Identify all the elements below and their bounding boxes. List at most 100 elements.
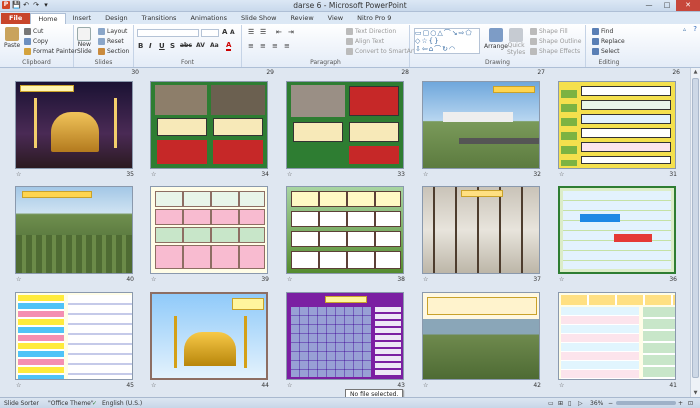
bullets-icon[interactable]: ☰ (248, 28, 254, 36)
character-spacing-button[interactable]: AV (196, 42, 205, 49)
select-button[interactable]: Select (592, 48, 620, 55)
close-button[interactable]: ✕ (676, 0, 700, 11)
cut-button[interactable]: Cut (24, 28, 43, 35)
slide-thumbnail[interactable] (286, 81, 404, 169)
reading-view-icon[interactable]: ▯ (568, 400, 571, 407)
tab-insert[interactable]: Insert (66, 13, 99, 24)
tab-animations[interactable]: Animations (183, 13, 234, 24)
shrink-font-icon[interactable]: A (230, 29, 235, 36)
text-direction-icon (346, 28, 353, 35)
slide-thumbnail[interactable] (422, 292, 540, 380)
find-button[interactable]: Find (592, 28, 613, 35)
slide-thumbnail[interactable] (150, 186, 268, 274)
tab-transitions[interactable]: Transitions (135, 13, 184, 24)
zoom-out-icon[interactable]: − (608, 400, 613, 407)
zoom-level[interactable]: 36% (590, 400, 603, 407)
new-slide-button[interactable]: New Slide (77, 27, 92, 55)
font-group: A A B I U S abc AV Aa A Font (134, 25, 242, 67)
slide-sorter-view-icon[interactable]: ⊞ (558, 400, 563, 407)
slide-thumbnail[interactable] (150, 81, 268, 169)
increase-indent-icon[interactable]: ⇥ (288, 28, 294, 36)
decrease-indent-icon[interactable]: ⇤ (276, 28, 282, 36)
tab-design[interactable]: Design (98, 13, 134, 24)
shape-outline-button[interactable]: Shape Outline (530, 38, 581, 45)
tab-review[interactable]: Review (283, 13, 320, 24)
section-button[interactable]: Section (98, 48, 129, 55)
italic-button[interactable]: I (149, 42, 152, 50)
slide-thumbnail[interactable] (558, 186, 676, 274)
fit-to-window-icon[interactable]: ⊡ (688, 400, 693, 407)
tab-view[interactable]: View (321, 13, 350, 24)
scroll-down-icon[interactable]: ▼ (691, 390, 700, 396)
minimize-ribbon-icon[interactable]: ▵ (683, 26, 686, 33)
slide-thumbnail[interactable] (422, 81, 540, 169)
bold-button[interactable]: B (138, 42, 143, 50)
zoom-in-icon[interactable]: + (678, 400, 683, 407)
slide-number: 42 (533, 382, 541, 389)
slide-thumbnail[interactable] (15, 292, 133, 380)
slideshow-view-icon[interactable]: ▷ (578, 400, 583, 407)
help-icon[interactable]: ? (693, 25, 697, 33)
quick-styles-button[interactable]: Quick Styles (507, 28, 525, 56)
tab-nitro-pro[interactable]: Nitro Pro 9 (350, 13, 398, 24)
language-indicator[interactable]: English (U.S.) (102, 400, 142, 407)
minimize-button[interactable]: — (640, 0, 658, 11)
strikethrough-button[interactable]: abc (180, 42, 192, 49)
text-direction-button[interactable]: Text Direction (346, 28, 396, 35)
paragraph-group-label: Paragraph (310, 59, 341, 66)
reset-button[interactable]: Reset (98, 38, 124, 45)
slide-thumbnail[interactable] (286, 292, 404, 380)
tab-file[interactable]: File (1, 13, 31, 24)
arrange-button[interactable]: Arrange (484, 28, 508, 50)
slide-thumbnail[interactable] (286, 186, 404, 274)
shape-effects-button[interactable]: Shape Effects (530, 48, 580, 55)
slide-number: 40 (126, 276, 134, 283)
prev-row-num: 30 (131, 69, 139, 76)
slide-thumbnail[interactable] (150, 292, 268, 380)
grow-font-icon[interactable]: A (222, 28, 227, 36)
format-painter-button[interactable]: Format Painter (24, 48, 77, 55)
align-right-icon[interactable]: ≡ (272, 42, 278, 50)
slide-sorter: 30 29 28 27 26 ☆ 35 ☆ 34 ☆ 33 ☆ 32 ☆ 31 … (0, 68, 690, 397)
prev-row-num: 27 (537, 69, 545, 76)
scroll-up-icon[interactable]: ▲ (691, 69, 700, 75)
scroll-thumb[interactable] (692, 78, 699, 378)
transition-icon: ☆ (287, 382, 293, 389)
justify-icon[interactable]: ≡ (284, 42, 290, 50)
zoom-slider[interactable] (616, 401, 676, 405)
align-left-icon[interactable]: ≡ (248, 42, 254, 50)
replace-button[interactable]: Replace (592, 38, 625, 45)
slide-thumbnail[interactable] (422, 186, 540, 274)
slide-thumbnail[interactable] (15, 186, 133, 274)
maximize-button[interactable]: □ (658, 0, 676, 11)
proofing-icon[interactable]: ✓ (92, 400, 97, 407)
change-case-button[interactable]: Aa (210, 42, 219, 49)
ribbon: Paste Cut Copy Format Painter Clipboard … (0, 24, 700, 68)
tab-slide-show[interactable]: Slide Show (234, 13, 283, 24)
scissors-icon (24, 28, 31, 35)
paste-button[interactable]: Paste (4, 27, 20, 49)
slide-thumbnail[interactable] (558, 81, 676, 169)
transition-icon: ☆ (16, 171, 22, 178)
layout-button[interactable]: Layout (98, 28, 127, 35)
font-size-combo[interactable] (201, 29, 219, 37)
ribbon-tabs: File Home Insert Design Transitions Anim… (0, 12, 700, 24)
vertical-scrollbar[interactable]: ▲ ▼ (690, 68, 700, 397)
align-center-icon[interactable]: ≡ (260, 42, 266, 50)
slide-thumbnail[interactable] (558, 292, 676, 380)
shape-fill-button[interactable]: Shape Fill (530, 28, 568, 35)
font-name-combo[interactable] (137, 29, 199, 37)
underline-button[interactable]: U (159, 42, 165, 50)
numbering-icon[interactable]: ☰ (260, 28, 266, 36)
font-color-button[interactable]: A (226, 42, 232, 51)
align-text-button[interactable]: Align Text (346, 38, 384, 45)
slide-thumbnail[interactable] (15, 81, 133, 169)
shapes-gallery[interactable]: ▭▢○△⌒↘⇨⬠ ◇☆{}⇩⇦⌂⌒↻◠ (414, 28, 480, 54)
shadow-button[interactable]: S (170, 42, 175, 50)
convert-smartart-button[interactable]: Convert to SmartArt (346, 48, 416, 55)
tab-home[interactable]: Home (30, 13, 66, 24)
new-slide-icon (77, 27, 92, 41)
normal-view-icon[interactable]: ▭ (548, 400, 554, 407)
prev-row-num: 26 (672, 69, 680, 76)
copy-button[interactable]: Copy (24, 38, 48, 45)
